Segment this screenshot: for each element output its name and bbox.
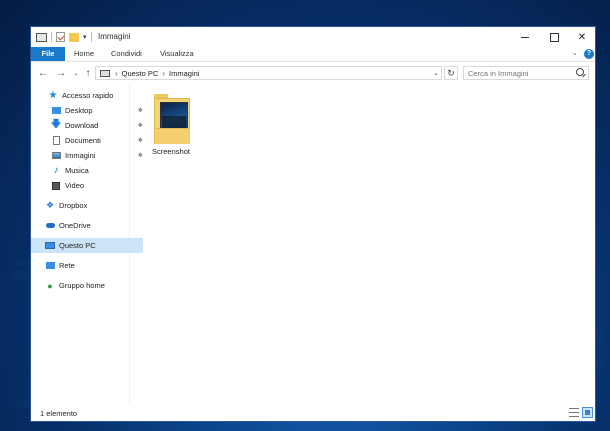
this-pc-icon [100, 69, 110, 77]
breadcrumb-separator-icon: › [162, 68, 166, 78]
network-icon [45, 261, 55, 271]
minimize-button[interactable] [511, 27, 539, 47]
ribbon: File Home Condividi Visualizza ⌄ ? [31, 47, 595, 62]
list-item-label: Screenshot [152, 147, 190, 156]
sidebar-item-label: Download [65, 121, 99, 130]
maximize-icon [549, 32, 559, 42]
refresh-button[interactable]: ↻ [444, 66, 458, 80]
quick-access-toolbar: ▾ [36, 31, 92, 43]
sidebar-item-label: Immagini [65, 151, 96, 160]
large-icons-view-button[interactable] [582, 407, 593, 418]
sidebar-item-label: Questo PC [59, 241, 96, 250]
file-list: Screenshot [130, 85, 595, 405]
sidebar-item-network[interactable]: Rete [31, 258, 143, 273]
breadcrumb-this-pc[interactable]: Questo PC [122, 69, 159, 78]
folder-icon [154, 94, 190, 144]
sidebar-item-label: Rete [59, 261, 75, 270]
item-count: 1 elemento [40, 409, 78, 418]
sidebar-item-label: Documenti [65, 136, 101, 145]
new-folder-icon[interactable] [69, 32, 79, 42]
sidebar-item-label: Gruppo home [59, 281, 105, 290]
list-item[interactable]: Screenshot [146, 92, 196, 160]
cloud-icon [45, 221, 55, 231]
arrow-right-icon: → [56, 67, 66, 79]
search-box [463, 66, 589, 80]
back-button[interactable]: ← [36, 66, 50, 80]
video-icon [51, 181, 61, 191]
breadcrumb-pictures[interactable]: Immagini [169, 69, 199, 78]
title-bar: ▾ Immagini ✕ [31, 27, 595, 47]
address-bar[interactable]: › Questo PC › Immagini ⌄ [95, 66, 442, 80]
status-bar: 1 elemento [31, 405, 595, 421]
desktop-icon [51, 106, 61, 116]
explorer-app-icon [36, 32, 47, 42]
arrow-up-icon: ↑ [85, 67, 91, 79]
star-icon: ★ [48, 90, 58, 101]
chevron-down-icon: ⌄ [433, 70, 439, 77]
expand-ribbon-button[interactable]: ⌄ [572, 47, 578, 61]
tab-view[interactable]: Visualizza [160, 47, 194, 61]
help-icon: ? [586, 50, 592, 57]
documents-icon [51, 136, 61, 146]
tab-file[interactable]: File [31, 47, 65, 61]
up-button[interactable]: ↑ [81, 66, 95, 80]
sidebar-item-label: Dropbox [59, 201, 88, 210]
close-button[interactable]: ✕ [568, 27, 595, 47]
tab-home[interactable]: Home [74, 47, 94, 61]
help-button[interactable]: ? [584, 49, 594, 59]
refresh-icon: ↻ [447, 67, 455, 78]
chevron-down-icon: ⌄ [73, 70, 79, 77]
sidebar-item-label: Video [65, 181, 85, 190]
sidebar-item-label: Accesso rapido [62, 91, 114, 100]
computer-icon [45, 241, 55, 251]
separator [90, 32, 92, 42]
search-input[interactable] [464, 67, 576, 79]
breadcrumb-separator-icon: › [115, 68, 118, 78]
details-view-icon [569, 408, 579, 409]
sidebar-item-label: Desktop [65, 106, 93, 115]
explorer-window: ▾ Immagini ✕ File Home Condividi Visuali… [30, 26, 596, 422]
homegroup-icon: ● [47, 280, 53, 291]
music-icon: ♪ [53, 165, 59, 176]
sidebar-item-this-pc[interactable]: Questo PC [31, 238, 143, 253]
sidebar-item-label: Musica [65, 166, 89, 175]
sidebar-item-quick-access[interactable]: ★ Accesso rapido [31, 88, 146, 103]
customize-toolbar-icon[interactable]: ▾ [83, 33, 87, 41]
navigation-pane: ★ Accesso rapido Desktop ❖ 🡇 Download ❖ … [31, 85, 143, 405]
minimize-icon [521, 36, 529, 38]
arrow-left-icon: ← [38, 67, 48, 79]
window-title: Immagini [98, 32, 131, 41]
tab-share[interactable]: Condividi [111, 47, 142, 61]
properties-icon[interactable] [56, 32, 65, 42]
sidebar-item-dropbox[interactable]: ❖ Dropbox [31, 198, 143, 213]
sidebar-item-label: OneDrive [59, 221, 91, 230]
large-icons-view-icon [585, 410, 590, 415]
download-icon: 🡇 [50, 119, 62, 130]
navigation-bar: ← → ⌄ ↑ › Questo PC › Immagini ⌄ ↻ [31, 62, 595, 84]
forward-button[interactable]: → [54, 66, 68, 80]
sidebar-item-onedrive[interactable]: OneDrive [31, 218, 143, 233]
sidebar-item-homegroup[interactable]: ● Gruppo home [31, 278, 143, 293]
close-icon: ✕ [577, 31, 587, 43]
details-view-button[interactable] [569, 408, 579, 417]
dropbox-icon: ❖ [45, 200, 55, 210]
pictures-icon [51, 151, 61, 161]
maximize-button[interactable] [540, 27, 568, 47]
address-dropdown-button[interactable]: ⌄ [433, 69, 439, 77]
separator [51, 32, 52, 42]
chevron-down-icon: ⌄ [572, 50, 578, 57]
